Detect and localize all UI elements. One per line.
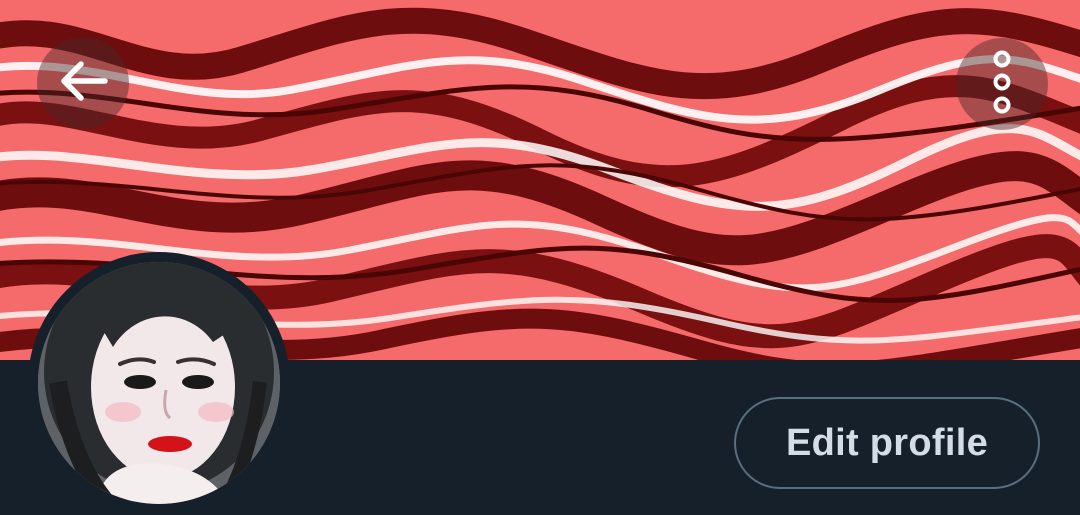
profile-screen: Edit profile <box>0 0 1080 515</box>
more-options-button[interactable] <box>956 38 1048 130</box>
avatar[interactable] <box>38 262 280 504</box>
more-vertical-icon <box>987 50 1017 119</box>
avatar-image <box>38 262 280 504</box>
edit-profile-button[interactable]: Edit profile <box>734 397 1040 489</box>
arrow-left-icon <box>55 53 111 114</box>
avatar-ring <box>28 252 290 514</box>
back-button[interactable] <box>37 37 129 129</box>
